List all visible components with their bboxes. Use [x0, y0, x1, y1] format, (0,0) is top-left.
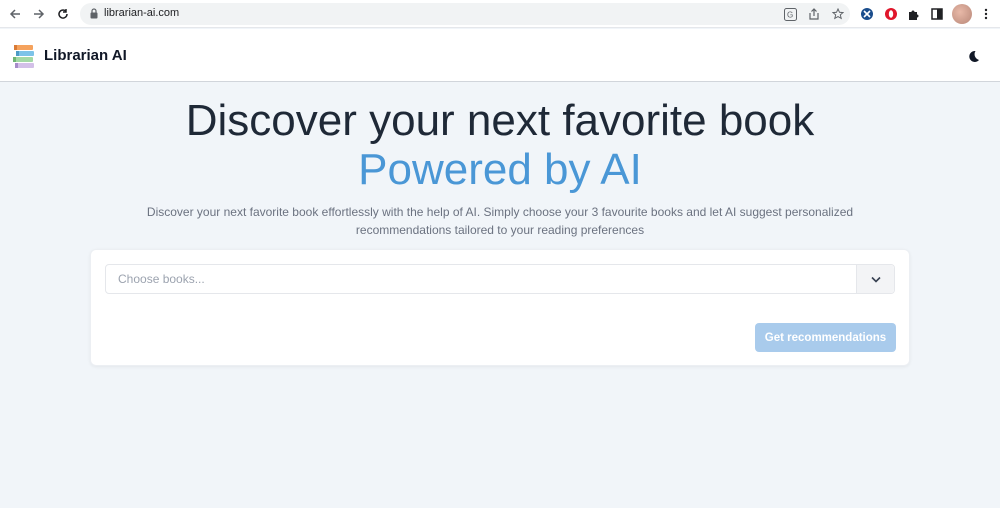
app-header: Librarian AI [0, 29, 1000, 82]
hero-subtitle: Powered by AI [358, 145, 642, 194]
book-search-input[interactable] [106, 265, 857, 293]
reload-icon[interactable] [54, 5, 72, 23]
hero-title: Discover your next favorite book [185, 96, 815, 145]
lock-icon [90, 8, 98, 19]
bookmark-star-icon[interactable] [830, 6, 846, 22]
hero-description: Discover your next favorite book effortl… [146, 205, 854, 237]
browser-toolbar: librarian-ai.com G [0, 0, 1000, 28]
puzzle-icon[interactable] [904, 5, 922, 23]
recommendation-card: Get recommendations [90, 249, 910, 366]
extension-opera-icon[interactable] [882, 5, 900, 23]
forward-icon[interactable] [30, 5, 48, 23]
get-recommendations-button[interactable]: Get recommendations [755, 323, 896, 352]
brand-name[interactable]: Librarian AI [44, 47, 127, 64]
url-text: librarian-ai.com [104, 7, 180, 19]
back-icon[interactable] [6, 5, 24, 23]
sidebar-icon[interactable] [928, 5, 946, 23]
books-logo-icon[interactable] [12, 41, 38, 69]
more-menu-icon[interactable] [977, 5, 995, 23]
book-select[interactable] [105, 264, 895, 294]
extension-icon[interactable] [858, 5, 876, 23]
moon-icon[interactable] [964, 47, 982, 65]
svg-text:G: G [787, 10, 793, 19]
profile-avatar[interactable] [952, 4, 972, 24]
address-bar[interactable]: librarian-ai.com G [80, 3, 850, 25]
translate-icon[interactable]: G [782, 6, 798, 22]
chevron-down-icon[interactable] [856, 265, 894, 293]
share-icon[interactable] [806, 6, 822, 22]
